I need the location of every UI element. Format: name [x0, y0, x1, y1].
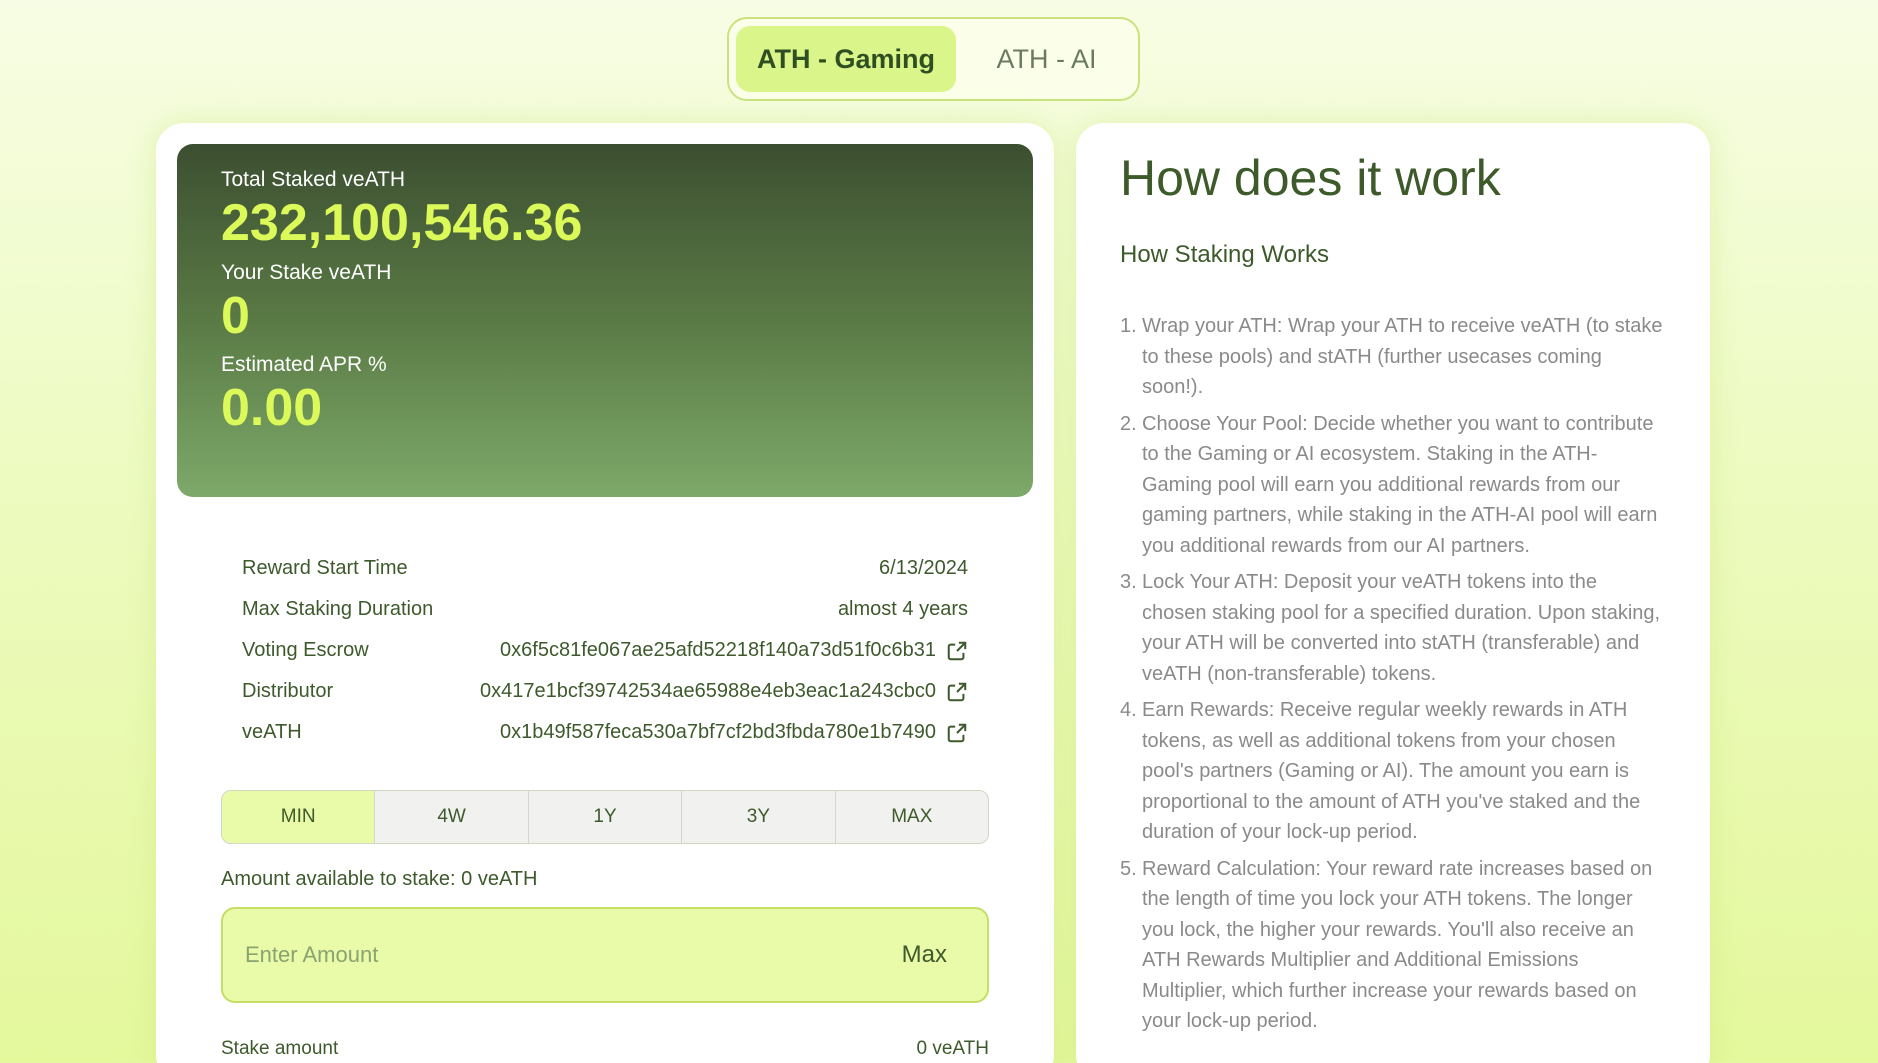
voting-escrow-link[interactable]: 0x6f5c81fe067ae25afd52218f140a73d51f0c6b…	[500, 639, 968, 662]
veath-link[interactable]: 0x1b49f587feca530a7bf7cf2bd3fbda780e1b74…	[500, 721, 968, 744]
max-button[interactable]: Max	[902, 941, 947, 969]
external-link-icon[interactable]	[946, 640, 968, 662]
step-text: Choose Your Pool: Decide whether you wan…	[1142, 412, 1658, 557]
amount-input[interactable]	[245, 942, 902, 968]
max-duration-label: Max Staking Duration	[242, 598, 434, 620]
total-staked-label: Total Staked veATH	[221, 168, 406, 191]
step-text: Wrap your ATH: Wrap your ATH to receive …	[1142, 315, 1663, 398]
info-row-max-duration: Max Staking Duration almost 4 years	[242, 589, 968, 630]
voting-escrow-address: 0x6f5c81fe067ae25afd52218f140a73d51f0c6b…	[500, 639, 936, 661]
list-item: 2. Choose Your Pool: Decide whether you w…	[1120, 409, 1666, 562]
how-staking-works-subtitle: How Staking Works	[1120, 241, 1329, 268]
list-item: 1. Wrap your ATH: Wrap your ATH to receiv…	[1120, 311, 1666, 403]
duration-3y-button[interactable]: 3Y	[682, 791, 836, 843]
duration-selector: MIN 4W 1Y 3Y MAX	[221, 790, 989, 844]
step-text: Lock Your ATH: Deposit your veATH tokens…	[1142, 571, 1661, 685]
veath-label: veATH	[242, 721, 302, 743]
stats-panel: Total Staked veATH 232,100,546.36 Your S…	[177, 144, 1033, 497]
info-row-voting-escrow: Voting Escrow 0x6f5c81fe067ae25afd52218f…	[242, 630, 968, 671]
list-item: 3. Lock Your ATH: Deposit your veATH toke…	[1120, 567, 1666, 689]
distributor-label: Distributor	[242, 680, 334, 702]
your-stake-value: 0	[221, 286, 250, 345]
available-to-stake: Amount available to stake: 0 veATH	[221, 868, 538, 890]
distributor-link[interactable]: 0x417e1bcf39742534ae65988e4eb3eac1a243cb…	[480, 680, 968, 703]
amount-input-box: Max	[221, 907, 989, 1003]
veath-address: 0x1b49f587feca530a7bf7cf2bd3fbda780e1b74…	[500, 721, 936, 743]
tab-ath-gaming[interactable]: ATH - Gaming	[736, 26, 956, 92]
tab-ath-ai[interactable]: ATH - AI	[962, 26, 1131, 92]
apr-label: Estimated APR %	[221, 353, 387, 377]
info-row-distributor: Distributor 0x417e1bcf39742534ae65988e4e…	[242, 671, 968, 712]
reward-start-value: 6/13/2024	[879, 557, 968, 579]
stake-amount-value: 0 veATH	[916, 1038, 989, 1059]
info-row-reward-start: Reward Start Time 6/13/2024	[242, 548, 968, 589]
duration-4w-button[interactable]: 4W	[375, 791, 529, 843]
reward-start-label: Reward Start Time	[242, 557, 408, 579]
stake-amount-label: Stake amount	[221, 1038, 339, 1059]
how-it-works-title: How does it work	[1120, 150, 1501, 206]
step-text: Earn Rewards: Receive regular weekly rew…	[1142, 699, 1641, 843]
your-stake-label: Your Stake veATH	[221, 260, 392, 284]
apr-value: 0.00	[221, 379, 323, 438]
distributor-address: 0x417e1bcf39742534ae65988e4eb3eac1a243cb…	[480, 680, 936, 702]
stake-amount-row: Stake amount 0 veATH	[221, 1038, 989, 1060]
step-text: Reward Calculation: Your reward rate inc…	[1142, 857, 1653, 1033]
external-link-icon[interactable]	[946, 681, 968, 703]
list-item: 4. Earn Rewards: Receive regular weekly r…	[1120, 695, 1666, 848]
list-item: 5. Reward Calculation: Your reward rate i…	[1120, 854, 1666, 1037]
max-duration-value: almost 4 years	[837, 598, 968, 620]
how-it-works-card: How does it work How Staking Works 1. Wra…	[1076, 123, 1710, 1063]
duration-max-button[interactable]: MAX	[836, 791, 988, 843]
staking-card: Total Staked veATH 232,100,546.36 Your S…	[156, 123, 1054, 1063]
pool-toggle: ATH - Gaming ATH - AI	[727, 17, 1140, 101]
steps-list: 1. Wrap your ATH: Wrap your ATH to receiv…	[1120, 311, 1666, 1037]
total-staked-value: 232,100,546.36	[221, 194, 583, 252]
duration-1y-button[interactable]: 1Y	[529, 791, 683, 843]
external-link-icon[interactable]	[946, 722, 968, 744]
duration-min-button[interactable]: MIN	[222, 791, 376, 843]
voting-escrow-label: Voting Escrow	[242, 639, 369, 661]
info-row-veath: veATH 0x1b49f587feca530a7bf7cf2bd3fbda78…	[242, 712, 968, 753]
pool-info: Reward Start Time 6/13/2024 Max Staking …	[242, 548, 968, 753]
